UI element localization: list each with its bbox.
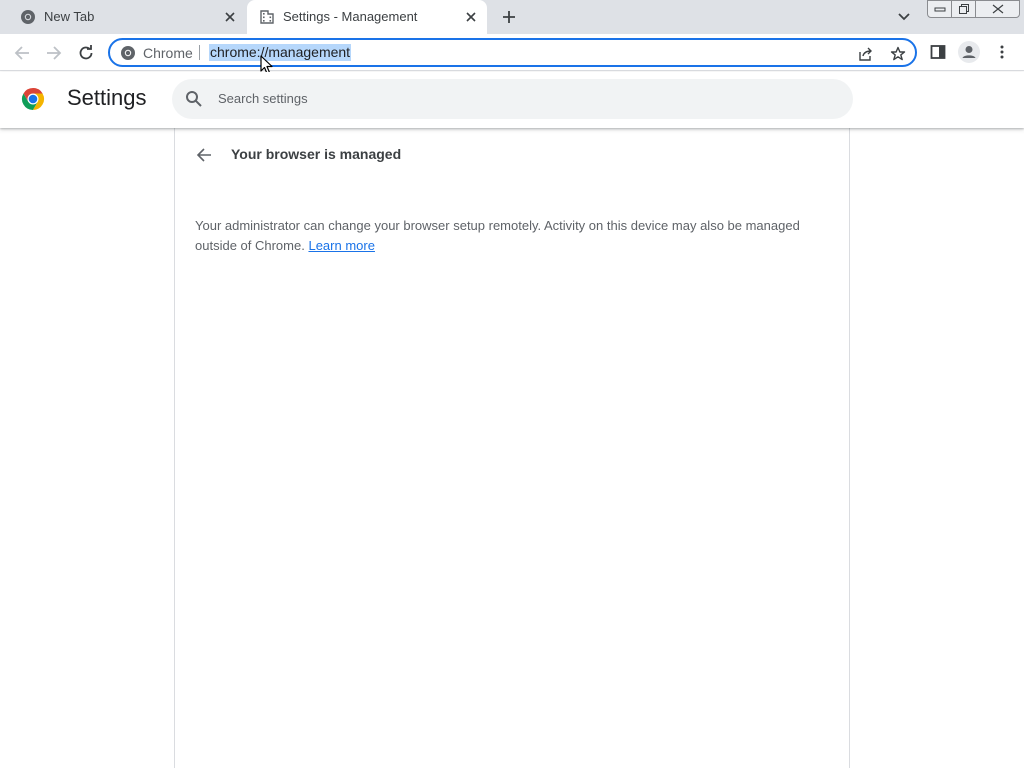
description-text: Your administrator can change your brows… [195,218,800,253]
learn-more-link[interactable]: Learn more [308,238,374,253]
toolbar: Chrome chrome://management [0,34,1024,71]
back-button[interactable] [9,40,35,66]
back-arrow-button[interactable] [193,144,215,166]
side-panel-button[interactable] [927,41,949,63]
arrow-left-icon [14,45,30,61]
share-icon[interactable] [857,45,875,63]
more-vert-icon [1000,45,1004,59]
reload-icon [78,45,94,61]
side-panel-icon [930,44,946,60]
new-tab-button[interactable] [497,5,521,29]
building-icon [259,9,275,25]
restore-icon [958,3,970,15]
tab-settings-management[interactable]: Settings - Management [247,0,487,34]
plus-icon [502,10,516,24]
page-title: Settings [67,85,147,110]
tab-label: New Tab [44,9,95,24]
settings-header: Settings Search settings [0,72,1024,128]
close-icon [992,4,1004,14]
profile-button[interactable] [958,41,980,63]
menu-button[interactable] [991,41,1013,63]
tab-new-tab[interactable]: New Tab [0,0,246,34]
arrow-right-icon [46,45,62,61]
url-text[interactable]: chrome://management [209,44,352,61]
minimize-icon [934,6,946,12]
reload-button[interactable] [73,40,99,66]
chrome-logo-icon [21,87,45,111]
site-name: Chrome [143,45,193,61]
minimize-button[interactable] [927,0,952,18]
card-title: Your browser is managed [231,146,402,162]
chrome-icon [120,45,136,61]
close-window-button[interactable] [975,0,1020,18]
forward-button[interactable] [41,40,67,66]
tab-search-button[interactable] [893,7,915,27]
search-icon [185,90,203,108]
close-tab-icon[interactable] [222,9,238,25]
close-tab-icon[interactable] [463,9,479,25]
tab-label: Settings - Management [283,9,418,24]
management-card: Your browser is managed Your administrat… [174,128,850,768]
arrow-left-icon [196,147,212,163]
divider [199,45,200,60]
address-bar[interactable]: Chrome chrome://management [108,38,917,67]
bookmark-star-icon[interactable] [889,45,907,63]
management-description: Your administrator can change your brows… [195,216,825,256]
restore-button[interactable] [951,0,976,18]
avatar-icon [958,41,980,63]
search-placeholder: Search settings [218,91,308,106]
chevron-down-icon [898,13,910,21]
chrome-icon [20,9,36,25]
tab-strip: New Tab Settings - Management [0,0,1024,34]
search-settings-input[interactable]: Search settings [172,79,853,119]
